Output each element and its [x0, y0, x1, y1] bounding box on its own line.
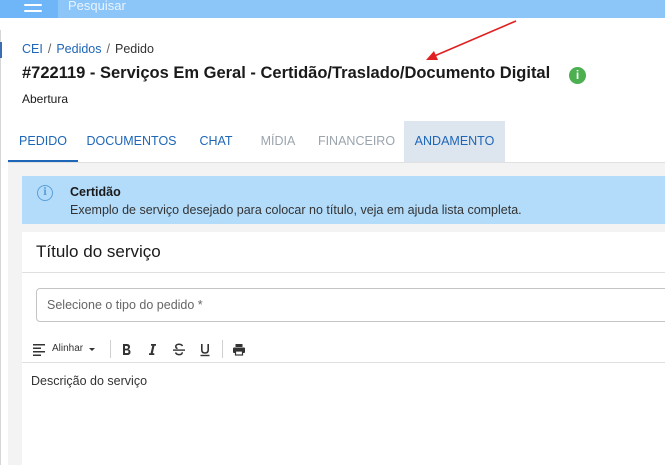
caret-down-icon [89, 348, 95, 351]
info-icon[interactable]: i [569, 67, 586, 84]
left-rail-indicator [0, 42, 2, 58]
order-status: Abertura [22, 92, 69, 106]
search-box[interactable] [58, 0, 665, 18]
tab-pedido[interactable]: PEDIDO [8, 121, 78, 162]
underline-button[interactable] [199, 340, 211, 358]
breadcrumb: CEI / Pedidos / Pedido [22, 42, 154, 56]
alert-title: Certidão [70, 185, 121, 199]
align-left-icon [33, 344, 45, 356]
bold-button[interactable] [120, 340, 132, 358]
card-title: Título do serviço [36, 242, 161, 261]
tab-financeiro[interactable]: FINANCEIRO [309, 121, 404, 162]
card-divider [22, 272, 665, 273]
italic-button[interactable] [146, 340, 158, 358]
print-icon [233, 344, 245, 356]
tab-midia[interactable]: MÍDIA [247, 121, 309, 162]
tab-chat[interactable]: CHAT [185, 121, 247, 162]
left-border [0, 30, 1, 465]
print-button[interactable] [232, 340, 246, 358]
underline-icon [200, 344, 210, 357]
select-placeholder: Selecione o tipo do pedido * [47, 298, 203, 312]
align-label: Alinhar [52, 343, 84, 354]
bold-icon [123, 344, 131, 355]
italic-icon [149, 344, 156, 355]
hamburger-menu-icon[interactable] [24, 0, 42, 12]
description-editor[interactable]: Descrição do serviço [22, 363, 665, 465]
order-type-select[interactable]: Selecione o tipo do pedido * [36, 288, 665, 322]
toolbar-separator [110, 340, 111, 358]
service-title-card: Título do serviço Selecione o tipo do pe… [22, 232, 665, 465]
editor-content: Descrição do serviço [31, 374, 148, 388]
editor-toolbar: Alinhar [22, 336, 665, 363]
tab-bar: PEDIDO DOCUMENTOS CHAT MÍDIA FINANCEIRO … [8, 121, 665, 163]
annotation-arrow-icon [426, 20, 517, 60]
top-app-bar [0, 0, 665, 18]
strikethrough-icon [173, 343, 185, 356]
info-alert: i Certidão Exemplo de serviço desejado p… [22, 176, 665, 224]
breadcrumb-current: Pedido [115, 42, 154, 56]
toolbar-separator [222, 340, 223, 358]
strikethrough-button[interactable] [172, 340, 186, 358]
breadcrumb-link-pedidos[interactable]: Pedidos [56, 42, 101, 56]
alert-message: Exemplo de serviço desejado para colocar… [70, 203, 522, 217]
tab-andamento[interactable]: ANDAMENTO [404, 121, 505, 162]
info-circle-icon: i [37, 185, 53, 201]
tab-documentos[interactable]: DOCUMENTOS [78, 121, 185, 162]
search-input[interactable] [68, 0, 368, 14]
breadcrumb-separator: / [106, 42, 110, 56]
breadcrumb-link-cei[interactable]: CEI [22, 42, 43, 56]
page-title: #722119 - Serviços Em Geral - Certidão/T… [22, 64, 551, 82]
breadcrumb-separator: / [47, 42, 52, 56]
